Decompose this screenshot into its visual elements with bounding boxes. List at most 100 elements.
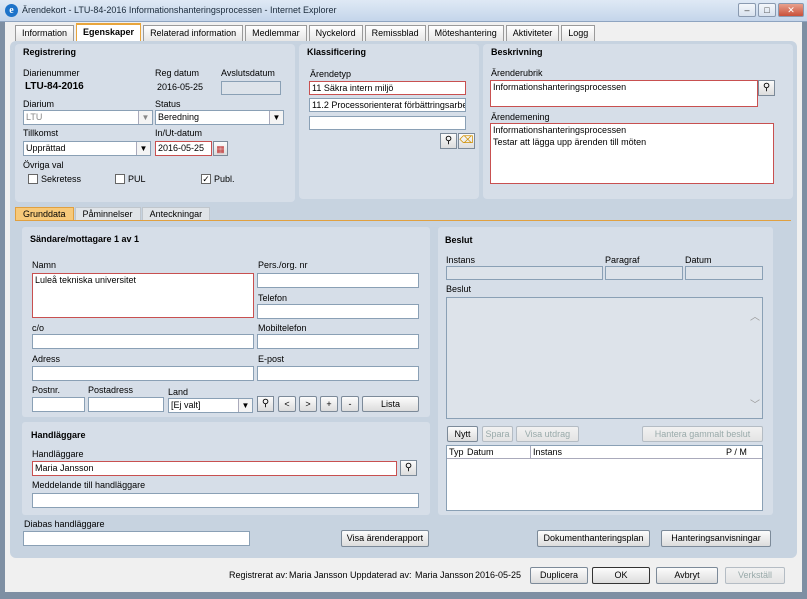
tillkomst-label: Tillkomst — [23, 128, 59, 138]
namn-field[interactable]: Luleå tekniska universitet — [32, 273, 254, 318]
maximize-button[interactable]: □ — [758, 3, 776, 17]
pul-checkbox[interactable] — [115, 174, 125, 184]
col-divider — [530, 446, 531, 459]
datum-field[interactable] — [685, 266, 763, 280]
tab-aktiviteter[interactable]: Aktiviteter — [505, 25, 560, 41]
arendetyp-field-2[interactable]: 11.2 Processorienterat förbättringsarbet… — [309, 98, 466, 112]
epost-label: E-post — [258, 354, 285, 364]
dokumenthanteringsplan-button[interactable]: Dokumenthanteringsplan — [537, 530, 650, 547]
lista-button[interactable]: Lista — [362, 396, 419, 412]
telefon-field[interactable] — [257, 304, 419, 319]
status-select[interactable]: Beredning ▼ — [155, 110, 284, 125]
ok-button[interactable]: OK — [592, 567, 650, 584]
tillkomst-value: Upprättad — [26, 143, 66, 153]
next-button[interactable]: > — [299, 396, 317, 412]
beslut-table: Typ Datum Instans P / M — [446, 445, 763, 511]
mobil-field[interactable] — [257, 334, 419, 349]
co-field[interactable] — [32, 334, 254, 349]
hantera-gammalt-button[interactable]: Hantera gammalt beslut — [642, 426, 763, 442]
land-select[interactable]: [Ej valt] ▼ — [168, 398, 253, 413]
tab-grunddata[interactable]: Grunddata — [15, 207, 74, 220]
pers-field[interactable] — [257, 273, 419, 288]
nytt-button[interactable]: Nytt — [447, 426, 478, 442]
diarium-select[interactable]: LTU ▼ — [23, 110, 153, 125]
instans-field[interactable] — [446, 266, 603, 280]
beslut-textarea[interactable]: ︿ ﹀ — [446, 297, 763, 419]
publ-checkbox[interactable]: ✓ — [201, 174, 211, 184]
chevron-down-icon: ▼ — [138, 111, 152, 124]
inut-date-field[interactable]: 2016-05-25 — [155, 141, 212, 156]
spara-button[interactable]: Spara — [482, 426, 513, 442]
tab-relaterad-information[interactable]: Relaterad information — [143, 25, 244, 41]
remove-button[interactable]: - — [341, 396, 359, 412]
beslut-section: Beslut Instans Paragraf Datum Beslut ︿ ﹀… — [438, 227, 773, 515]
search-icon[interactable]: ⚲ — [257, 396, 274, 412]
arendetyp-field-3[interactable] — [309, 116, 466, 130]
close-button[interactable]: ✕ — [778, 3, 804, 17]
tab-moteshantering[interactable]: Möteshantering — [427, 25, 504, 41]
duplicera-button[interactable]: Duplicera — [530, 567, 588, 584]
registrering-header: Registrering — [23, 47, 77, 57]
land-label: Land — [168, 387, 189, 397]
col-datum[interactable]: Datum — [467, 447, 494, 457]
col-typ[interactable]: Typ — [449, 447, 464, 457]
tab-information[interactable]: Information — [15, 25, 75, 41]
calendar-icon[interactable]: ▦ — [213, 141, 228, 156]
chevron-down-icon: ▼ — [238, 399, 252, 412]
col-pm[interactable]: P / M — [726, 447, 747, 457]
tillkomst-select[interactable]: Upprättad ▼ — [23, 141, 151, 156]
sandare-header: Sändare/mottagare 1 av 1 — [30, 234, 140, 244]
diarium-value: LTU — [26, 112, 43, 122]
dianr-value: LTU-84-2016 — [25, 81, 84, 92]
avbryt-button[interactable]: Avbryt — [656, 567, 718, 584]
eraser-icon[interactable]: ⌫ — [458, 133, 475, 149]
paragraf-field[interactable] — [605, 266, 683, 280]
arendetyp-label: Ärendetyp — [310, 69, 352, 79]
rubrik-label: Ärenderubrik — [491, 68, 543, 78]
arendetyp-field-1[interactable]: 11 Säkra intern miljö — [309, 81, 466, 95]
handlaggare-label: Handläggare — [32, 449, 84, 459]
tab-remissblad[interactable]: Remissblad — [364, 25, 426, 41]
handlaggare-field[interactable]: Maria Jansson — [32, 461, 397, 476]
tab-egenskaper[interactable]: Egenskaper — [76, 23, 142, 41]
uppdaterat-label: Uppdaterad av: — [350, 570, 412, 580]
postnr-field[interactable] — [32, 397, 85, 412]
add-button[interactable]: + — [320, 396, 338, 412]
status-value: Beredning — [158, 112, 200, 122]
tab-logg[interactable]: Logg — [561, 25, 596, 41]
verkstall-button[interactable]: Verkställ — [725, 567, 785, 584]
hanteringsanvisningar-button[interactable]: Hanteringsanvisningar — [661, 530, 771, 547]
visa-arenderapport-button[interactable]: Visa ärenderapport — [341, 530, 429, 547]
scroll-down-icon[interactable]: ﹀ — [750, 400, 760, 412]
epost-field[interactable] — [257, 366, 419, 381]
tab-paminnelser[interactable]: Påminnelser — [74, 207, 141, 220]
mening-textarea[interactable]: Informationshanteringsprocessen Testar a… — [490, 123, 774, 184]
chevron-down-icon: ▼ — [136, 142, 150, 155]
tab-anteckningar[interactable]: Anteckningar — [141, 207, 211, 220]
scroll-up-icon[interactable]: ︿ — [750, 312, 760, 324]
tab-nyckelord[interactable]: Nyckelord — [308, 25, 363, 41]
minimize-button[interactable]: ‒ — [738, 3, 756, 17]
previous-button[interactable]: < — [278, 396, 296, 412]
co-label: c/o — [32, 323, 45, 333]
search-icon[interactable]: ⚲ — [400, 460, 417, 476]
avslut-field[interactable] — [221, 81, 281, 95]
search-icon[interactable]: ⚲ — [758, 80, 775, 96]
postadress-field[interactable] — [88, 397, 164, 412]
registrerat-label: Registrerat av: — [229, 570, 288, 580]
chevron-down-icon: ▼ — [269, 111, 283, 124]
meddelande-field[interactable] — [32, 493, 419, 508]
status-date: 2016-05-25 — [475, 570, 522, 580]
diarium-label: Diarium — [23, 99, 55, 109]
adress-field[interactable] — [32, 366, 254, 381]
sub-tabs: Grunddata Påminnelser Anteckningar — [15, 207, 211, 221]
search-icon[interactable]: ⚲ — [440, 133, 457, 149]
tab-medlemmar[interactable]: Medlemmar — [245, 25, 307, 41]
diabas-field[interactable] — [23, 531, 250, 546]
rubrik-field[interactable]: Informationshanteringsprocessen — [490, 80, 758, 107]
telefon-label: Telefon — [258, 293, 288, 303]
visa-utdrag-button[interactable]: Visa utdrag — [516, 426, 579, 442]
mening-label: Ärendemening — [491, 112, 550, 122]
col-instans[interactable]: Instans — [533, 447, 562, 457]
sekretess-checkbox[interactable] — [28, 174, 38, 184]
